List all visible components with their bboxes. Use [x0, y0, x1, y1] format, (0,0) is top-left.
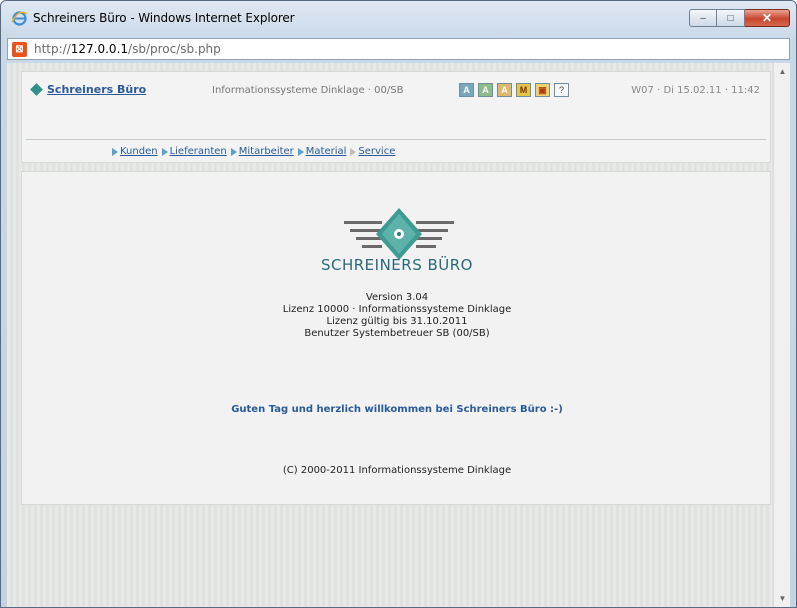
page-viewport: Schreiners Büro Informationssysteme Dink… [7, 63, 790, 607]
vertical-scrollbar[interactable]: ▲ ▼ [773, 63, 790, 607]
calendar-icon[interactable]: ▣ [535, 83, 550, 97]
header-panel: Schreiners Büro Informationssysteme Dink… [21, 71, 771, 163]
address-bar[interactable]: ⊠ http://127.0.0.1/sb/proc/sb.php [7, 38, 790, 60]
arrow-right-icon [350, 147, 357, 156]
nav-link-mitarbeiter[interactable]: Mitarbeiter [239, 146, 294, 157]
xampp-favicon-icon: ⊠ [12, 42, 27, 57]
address-b-icon[interactable]: A [478, 83, 493, 97]
address-c-icon[interactable]: A [497, 83, 512, 97]
title-bar[interactable]: Schreiners Büro - Windows Internet Explo… [1, 1, 796, 37]
url-prefix: http:// [34, 42, 71, 56]
url-path: /sb/proc/sb.php [128, 42, 221, 56]
diamond-icon [30, 83, 43, 96]
nav-link-kunden[interactable]: Kunden [120, 146, 158, 157]
page-background: Schreiners Büro Informationssysteme Dink… [7, 63, 773, 607]
date-time: W07 · Di 15.02.11 · 11:42 [631, 85, 760, 96]
arrow-right-icon [297, 147, 304, 156]
scroll-down-icon[interactable]: ▼ [774, 594, 790, 603]
nav-item-material[interactable]: Material [297, 146, 347, 157]
welcome-message: Guten Tag und herzlich willkommen bei Sc… [231, 404, 563, 415]
brand-link[interactable]: Schreiners Büro [47, 83, 146, 96]
organization-text: Informationssysteme Dinklage · 00/SB [212, 85, 404, 96]
arrow-right-icon [112, 147, 118, 156]
window-controls: – □ ✕ [689, 9, 790, 27]
scroll-up-icon[interactable]: ▲ [774, 67, 790, 76]
address-a-icon[interactable]: A [459, 83, 474, 97]
browser-window: Schreiners Büro - Windows Internet Explo… [0, 0, 797, 608]
nav-link-material[interactable]: Material [306, 146, 347, 157]
license-info: Version 3.04 Lizenz 10000 · Informations… [22, 292, 772, 340]
logo-wordmark: SCHREINERS BÜRO [320, 256, 473, 274]
minimize-button[interactable]: – [689, 9, 717, 27]
arrow-right-icon [161, 147, 168, 156]
license-valid-text: Lizenz gültig bis 31.10.2011 [326, 316, 468, 327]
internet-explorer-icon [11, 11, 28, 26]
arrow-right-icon [230, 147, 237, 156]
header-divider [26, 139, 766, 140]
nav-item-mitarbeiter[interactable]: Mitarbeiter [230, 146, 294, 157]
brand: Schreiners Büro [30, 83, 146, 96]
user-text: Benutzer Systembetreuer SB (00/SB) [304, 328, 490, 339]
address-url[interactable]: http://127.0.0.1/sb/proc/sb.php [34, 42, 221, 56]
main-navigation: Kunden Lieferanten Mitarbeiter Material [112, 146, 395, 157]
maximize-button[interactable]: □ [717, 9, 745, 27]
nav-item-service[interactable]: Service [350, 146, 395, 157]
version-text: Version 3.04 [365, 292, 429, 303]
nav-item-lieferanten[interactable]: Lieferanten [161, 146, 227, 157]
copyright-text: (C) 2000-2011 Informationssysteme Dinkla… [282, 465, 512, 476]
url-host: 127.0.0.1 [70, 42, 129, 56]
window-title: Schreiners Büro - Windows Internet Explo… [33, 11, 295, 25]
mail-m-icon[interactable]: M [516, 83, 531, 97]
help-icon[interactable]: ? [554, 83, 569, 97]
nav-link-lieferanten[interactable]: Lieferanten [170, 146, 227, 157]
close-button[interactable]: ✕ [745, 9, 790, 27]
nav-link-service[interactable]: Service [358, 146, 395, 157]
nav-item-kunden[interactable]: Kunden [112, 146, 158, 157]
welcome-panel: SCHREINERS BÜRO Version 3.04 Lizenz 1000… [21, 171, 771, 505]
toolbar-icons: A A A M ▣ ? [459, 83, 569, 97]
license-text: Lizenz 10000 · Informationssysteme Dinkl… [282, 304, 512, 315]
